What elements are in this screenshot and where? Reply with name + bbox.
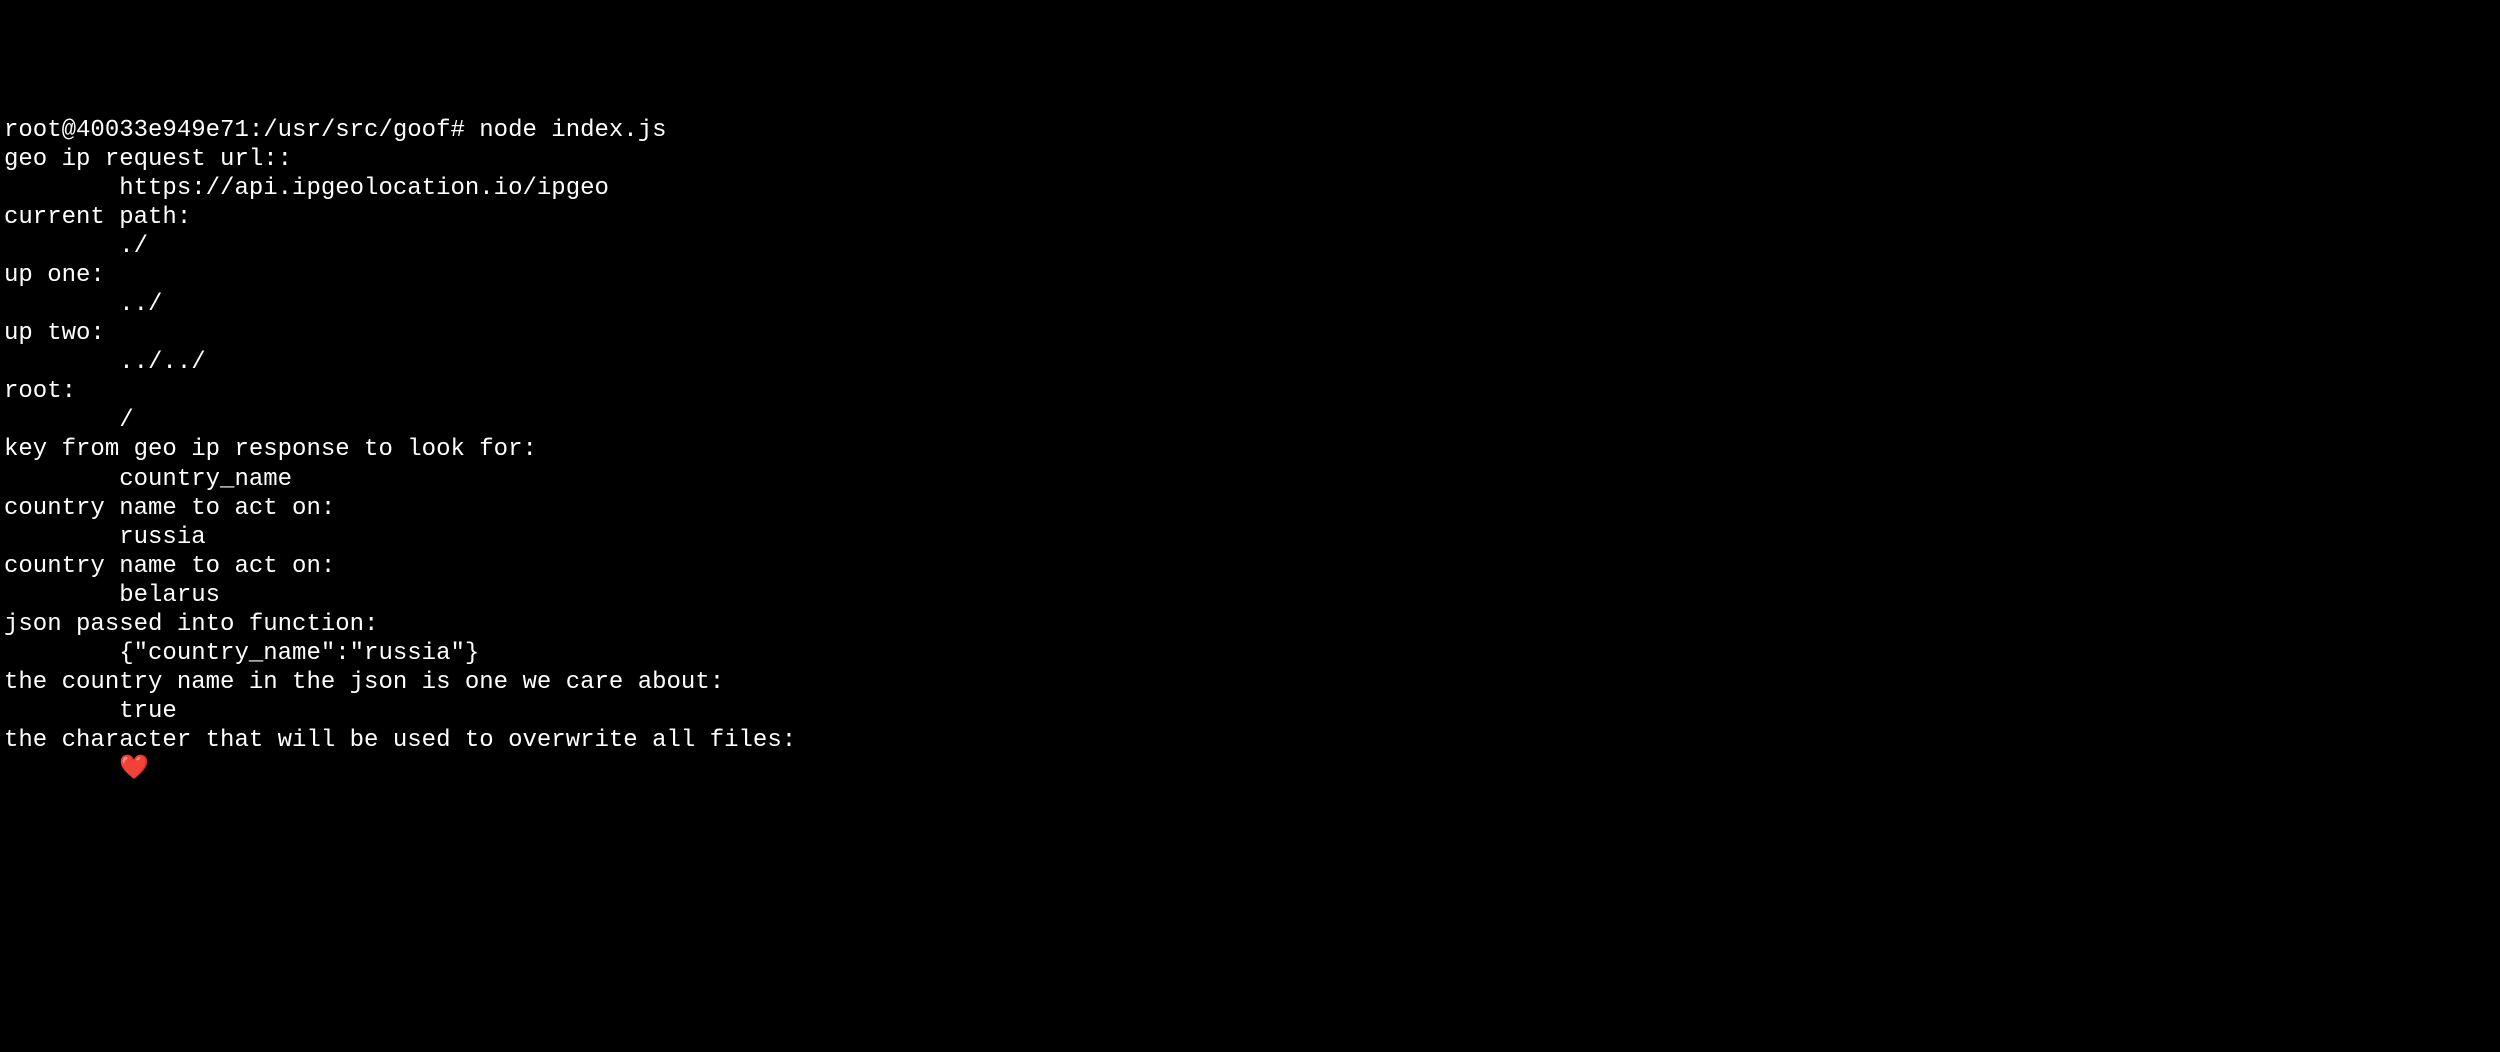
output-line: ../../ [4,349,206,376]
output-line: up one: [4,262,105,289]
output-line: belarus [4,582,220,609]
output-line-prefix [4,756,119,783]
output-line: json passed into function: [4,611,378,638]
output-line: ./ [4,233,148,260]
output-line: country_name [4,466,292,493]
output-line: the character that will be used to overw… [4,727,796,754]
heart-icon: ❤️ [119,756,149,783]
terminal-output[interactable]: root@40033e949e71:/usr/src/goof# node in… [0,116,2500,784]
output-line: / [4,407,134,434]
output-line: https://api.ipgeolocation.io/ipgeo [4,175,609,202]
output-line: country name to act on: [4,495,335,522]
output-line: the country name in the json is one we c… [4,669,724,696]
output-line: key from geo ip response to look for: [4,436,537,463]
output-line: current path: [4,204,191,231]
output-line: country name to act on: [4,553,335,580]
output-line: ../ [4,291,162,318]
command-text: node index.js [479,117,666,144]
shell-prompt: root@40033e949e71:/usr/src/goof# [4,117,479,144]
output-line: true [4,698,177,725]
output-line: up two: [4,320,105,347]
output-line: russia [4,524,206,551]
output-line: geo ip request url:: [4,146,292,173]
output-line: {"country_name":"russia"} [4,640,479,667]
output-line: root: [4,378,76,405]
